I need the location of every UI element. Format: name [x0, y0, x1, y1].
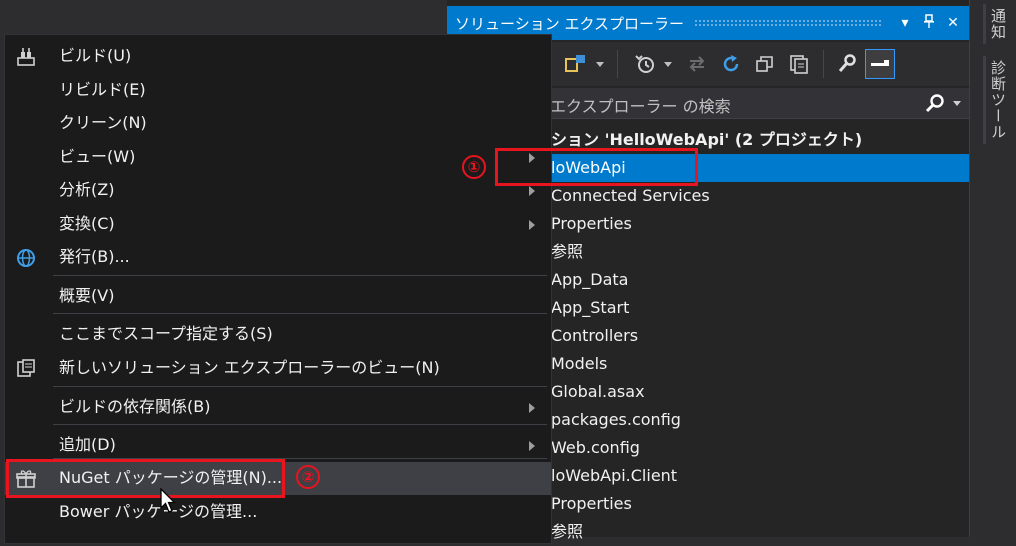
preview-selected-items-icon[interactable] — [865, 49, 895, 79]
menu-item[interactable]: ビルドの依存関係(B) — [5, 391, 551, 424]
submenu-arrow-icon — [529, 220, 535, 230]
switch-views-dropdown-icon[interactable] — [595, 52, 605, 76]
globe-icon — [15, 247, 37, 269]
refresh-icon[interactable] — [719, 52, 743, 76]
menu-item-label: 新しいソリューション エクスプローラーのビュー(N) — [59, 358, 440, 377]
annotation-badge-1: ① — [462, 155, 486, 179]
pin-icon[interactable] — [917, 14, 941, 32]
editor-tab-strip — [0, 0, 447, 34]
switch-views-icon[interactable] — [563, 52, 589, 76]
menu-item-label: ビュー(W) — [59, 147, 136, 166]
collapse-all-icon[interactable] — [753, 52, 777, 76]
pending-changes-filter-icon[interactable] — [633, 52, 657, 76]
menu-item[interactable]: クリーン(N) — [5, 107, 551, 140]
toolbar-separator — [823, 50, 824, 78]
menu-item-label: 変換(C) — [59, 214, 115, 233]
menu-item[interactable]: 変換(C) — [5, 208, 551, 241]
menu-item-label: 分析(Z) — [59, 180, 115, 199]
menu-item[interactable]: 概要(V) — [5, 280, 551, 313]
menu-item[interactable]: リビルド(E) — [5, 74, 551, 107]
menu-item-label: Bower パッケージの管理... — [59, 502, 258, 521]
menu-item-label: ここまでスコープ指定する(S) — [59, 324, 273, 343]
properties-wrench-icon[interactable] — [835, 52, 859, 76]
build-icon — [15, 46, 37, 68]
menu-item[interactable]: ビルド(U) — [5, 40, 551, 73]
search-options-dropdown-icon[interactable] — [953, 101, 961, 106]
show-all-files-icon[interactable] — [787, 52, 811, 76]
menu-separator — [53, 424, 547, 425]
annotation-box-nuget-item — [6, 459, 285, 498]
menu-separator — [53, 275, 547, 276]
search-placeholder: エクスプローラー の検索 — [550, 97, 731, 116]
menu-item-label: ビルドの依存関係(B) — [59, 397, 211, 416]
filter-dropdown-icon[interactable] — [663, 52, 673, 76]
menu-item-label: ビルド(U) — [59, 46, 132, 65]
menu-item-label: 追加(D) — [59, 435, 116, 454]
submenu-arrow-icon — [529, 403, 535, 413]
mouse-pointer-icon — [160, 488, 177, 513]
side-tool-tabs: 通知 診断ツール — [977, 0, 1016, 537]
menu-separator — [53, 313, 547, 314]
submenu-arrow-icon — [529, 441, 535, 451]
window-position-dropdown-icon[interactable]: ▾ — [893, 15, 917, 31]
menu-item[interactable]: 分析(Z) — [5, 174, 551, 207]
menu-item-label: 概要(V) — [59, 286, 115, 305]
menu-separator — [53, 386, 547, 387]
new-view-icon — [15, 358, 37, 380]
menu-item-label: リビルド(E) — [59, 80, 146, 99]
annotation-box-project-node — [495, 148, 698, 186]
menu-item-label: 発行(B)... — [59, 247, 130, 266]
solution-explorer-title: ソリューション エクスプローラー — [455, 14, 685, 33]
sync-with-document-icon[interactable] — [685, 52, 709, 76]
diagnostic-tools-tab[interactable]: 診断ツール — [983, 56, 1011, 144]
menu-item[interactable]: 新しいソリューション エクスプローラーのビュー(N) — [5, 352, 551, 385]
toolbar-separator — [617, 50, 618, 78]
annotation-badge-2: ② — [296, 465, 320, 489]
close-icon[interactable]: ✕ — [941, 15, 965, 31]
search-icon[interactable] — [925, 93, 945, 117]
title-grip[interactable] — [694, 19, 883, 27]
menu-item[interactable]: 発行(B)... — [5, 241, 551, 274]
notifications-tab[interactable]: 通知 — [983, 4, 1011, 44]
menu-item-label: クリーン(N) — [59, 113, 147, 132]
menu-item[interactable]: Bower パッケージの管理... — [5, 496, 551, 529]
submenu-arrow-icon — [529, 186, 535, 196]
menu-item[interactable]: ここまでスコープ指定する(S) — [5, 318, 551, 351]
